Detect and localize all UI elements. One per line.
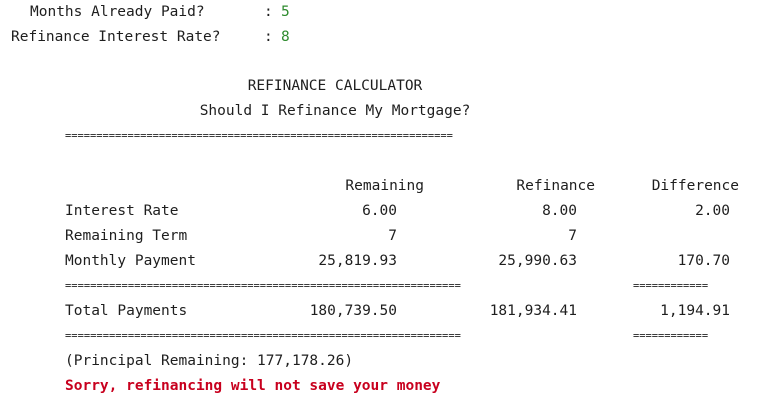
difference-rule-lower: ============ xyxy=(633,330,709,342)
rate-prompt-separator: : xyxy=(264,29,273,45)
remaining-term-refinance: 7 xyxy=(568,228,577,244)
rate-prompt-label: Refinance Interest Rate? xyxy=(11,29,221,45)
months-input-value: 5 xyxy=(281,4,290,20)
monthly-payment-refinance: 25,990.63 xyxy=(498,253,577,269)
total-payments-refinance: 181,934.41 xyxy=(489,303,577,319)
table-rule-lower: ========================================… xyxy=(65,330,461,342)
difference-rule-upper: ============ xyxy=(633,280,709,292)
total-payments-difference: 1,194.91 xyxy=(660,303,730,319)
row-label-monthly-payment: Monthly Payment xyxy=(65,253,196,269)
table-rule-upper: ========================================… xyxy=(65,280,461,292)
calculator-title: REFINANCE CALCULATOR xyxy=(247,78,423,94)
total-payments-remaining: 180,739.50 xyxy=(309,303,397,319)
interest-rate-refinance: 8.00 xyxy=(542,203,577,219)
refinance-verdict-message: Sorry, refinancing will not save your mo… xyxy=(65,378,441,394)
principal-remaining-note: (Principal Remaining: 177,178.26) xyxy=(65,353,354,369)
row-label-interest-rate: Interest Rate xyxy=(65,203,179,219)
monthly-payment-difference: 170.70 xyxy=(677,253,730,269)
monthly-payment-remaining: 25,819.93 xyxy=(318,253,397,269)
interest-rate-remaining: 6.00 xyxy=(362,203,397,219)
remaining-term-remaining: 7 xyxy=(388,228,397,244)
column-header-remaining: Remaining xyxy=(345,178,424,194)
row-label-remaining-term: Remaining Term xyxy=(65,228,188,244)
header-rule: ========================================… xyxy=(65,130,453,142)
column-header-difference: Difference xyxy=(651,178,739,194)
calculator-subtitle: Should I Refinance My Mortgage? xyxy=(199,103,471,119)
console-output: Months Already Paid? : 5 Refinance Inter… xyxy=(0,0,760,401)
column-header-refinance: Refinance xyxy=(516,178,595,194)
months-prompt-label: Months Already Paid? xyxy=(30,4,205,20)
months-prompt-separator: : xyxy=(264,4,273,20)
row-label-total-payments: Total Payments xyxy=(65,303,188,319)
interest-rate-difference: 2.00 xyxy=(695,203,730,219)
rate-input-value: 8 xyxy=(281,29,290,45)
